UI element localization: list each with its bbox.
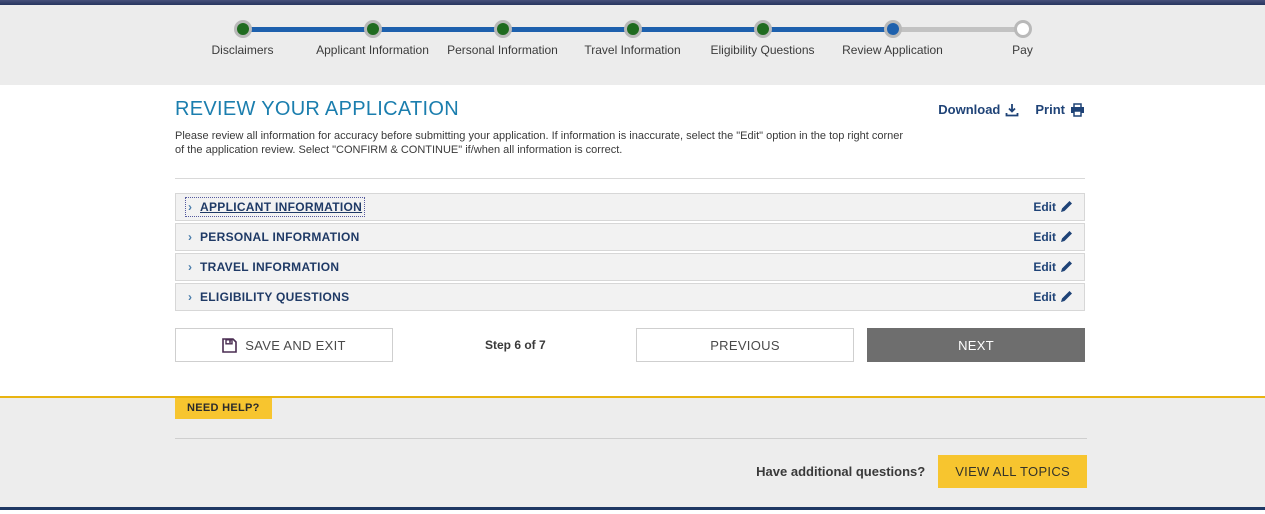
review-accordion: › APPLICANT INFORMATION Edit › PERSONAL …: [175, 193, 1085, 311]
step-indicator: Step 6 of 7: [485, 338, 546, 352]
step-dot-completed: [756, 23, 769, 35]
additional-questions-text: Have additional questions?: [756, 464, 926, 479]
step-label: Pay: [1012, 43, 1033, 57]
edit-applicant-information-link[interactable]: Edit: [1033, 200, 1072, 214]
pencil-icon: [1060, 291, 1072, 303]
pencil-icon: [1060, 261, 1072, 273]
chevron-right-icon: ›: [188, 200, 192, 214]
step-label: Applicant Information: [316, 43, 429, 57]
page-title: REVIEW YOUR APPLICATION: [175, 98, 459, 120]
step-label: Travel Information: [584, 43, 681, 57]
stepper-track-completed: [242, 27, 893, 32]
step-dot-current: [886, 23, 899, 35]
progress-stepper: Disclaimers Applicant Information Person…: [211, 5, 1033, 85]
next-button[interactable]: NEXT: [867, 328, 1085, 362]
accordion-eligibility-questions[interactable]: › ELIGIBILITY QUESTIONS Edit: [175, 283, 1085, 311]
chevron-right-icon: ›: [188, 260, 192, 274]
save-and-exit-button[interactable]: SAVE AND EXIT: [175, 328, 393, 362]
step-label: Personal Information: [447, 43, 558, 57]
need-help-tab[interactable]: NEED HELP?: [175, 398, 272, 419]
download-link[interactable]: Download: [938, 102, 1019, 117]
footer-divider: [175, 438, 1087, 439]
help-footer: NEED HELP? Have additional questions? VI…: [0, 396, 1265, 507]
step-label: Eligibility Questions: [710, 43, 815, 57]
edit-personal-information-link[interactable]: Edit: [1033, 230, 1072, 244]
print-link[interactable]: Print: [1035, 102, 1085, 117]
save-icon: [222, 337, 238, 353]
step-dot-completed: [496, 23, 509, 35]
step-dot-completed: [366, 23, 379, 35]
download-icon: [1005, 103, 1019, 117]
printer-icon: [1070, 102, 1085, 117]
view-all-topics-button[interactable]: VIEW ALL TOPICS: [938, 455, 1087, 488]
accordion-travel-information[interactable]: › TRAVEL INFORMATION Edit: [175, 253, 1085, 281]
previous-button[interactable]: PREVIOUS: [636, 328, 854, 362]
chevron-right-icon: ›: [188, 290, 192, 304]
accordion-label: APPLICANT INFORMATION: [200, 200, 363, 214]
step-dot-completed: [236, 23, 249, 35]
accordion-label: ELIGIBILITY QUESTIONS: [200, 290, 350, 304]
progress-band: Disclaimers Applicant Information Person…: [0, 5, 1265, 85]
accordion-label: PERSONAL INFORMATION: [200, 230, 360, 244]
main-panel: REVIEW YOUR APPLICATION Download Print P…: [0, 85, 1265, 396]
bottom-accent-bar: [0, 507, 1265, 510]
pencil-icon: [1060, 231, 1072, 243]
pencil-icon: [1060, 201, 1072, 213]
section-divider: [175, 178, 1085, 179]
edit-travel-information-link[interactable]: Edit: [1033, 260, 1072, 274]
edit-eligibility-questions-link[interactable]: Edit: [1033, 290, 1072, 304]
step-dot-upcoming: [1016, 23, 1029, 35]
step-label: Disclaimers: [211, 43, 274, 57]
chevron-right-icon: ›: [188, 230, 192, 244]
intro-text: Please review all information for accura…: [175, 130, 904, 156]
accordion-applicant-information[interactable]: › APPLICANT INFORMATION Edit: [175, 193, 1085, 221]
accordion-personal-information[interactable]: › PERSONAL INFORMATION Edit: [175, 223, 1085, 251]
step-label: Review Application: [842, 43, 943, 57]
step-dot-completed: [626, 23, 639, 35]
accordion-label: TRAVEL INFORMATION: [200, 260, 340, 274]
